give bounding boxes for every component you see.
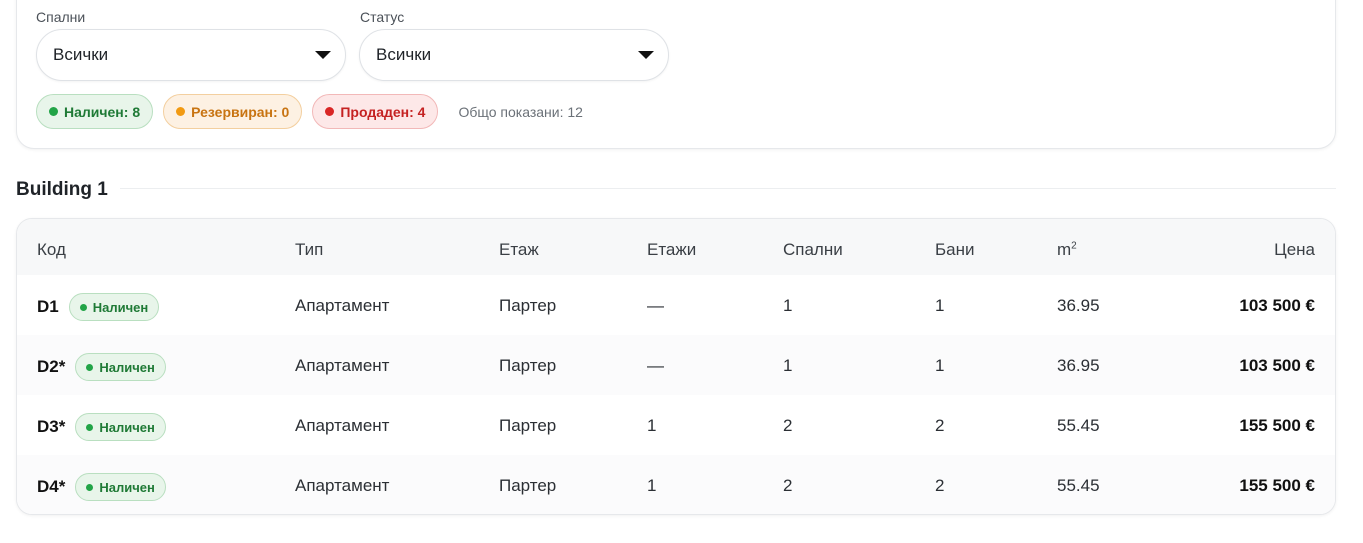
total-shown: Общо показани: 12: [458, 103, 583, 120]
cell-code: D1 Наличен: [37, 293, 160, 321]
status-summary-chips: Наличен: 8 Резервиран: 0 Продаден: 4 Общ…: [36, 94, 583, 129]
cell-price: 103 500 €: [1239, 356, 1315, 375]
header-floor[interactable]: Етаж: [499, 240, 539, 260]
unit-code: D4*: [37, 477, 66, 496]
status-select-value: Всички: [376, 45, 432, 64]
status-badge-label: Наличен: [99, 419, 155, 435]
cell-type: Апартамент: [295, 296, 390, 315]
chip-sold[interactable]: Продаден: 4: [312, 94, 439, 129]
chip-available[interactable]: Наличен: 8: [36, 94, 154, 129]
status-dot-icon: [176, 107, 186, 116]
section-divider: [120, 188, 1336, 189]
status-badge: Наличен: [68, 293, 160, 321]
cell-floors: 1: [647, 476, 657, 495]
status-badge-label: Наличен: [99, 479, 155, 495]
cell-price: 155 500 €: [1239, 416, 1315, 435]
status-badge-label: Наличен: [99, 359, 155, 375]
chevron-down-icon: [638, 51, 654, 59]
cell-floors: 1: [647, 416, 657, 435]
table-row[interactable]: D1 Наличен Апартамент Партер — 1 1 36.95…: [17, 275, 1335, 335]
cell-floor: Партер: [499, 416, 557, 435]
cell-bedrooms: 2: [783, 476, 793, 495]
cell-bedrooms: 1: [783, 296, 793, 315]
table-row[interactable]: D2* Наличен Апартамент Партер — 1 1 36.9…: [17, 335, 1335, 395]
status-dot-icon: [86, 483, 94, 491]
cell-price: 155 500 €: [1239, 476, 1315, 495]
status-dot-icon: [49, 107, 58, 116]
table-header: Код Тип Етаж Етажи Спални Бани m2 Цена: [17, 219, 1335, 275]
cell-floor: Партер: [499, 296, 557, 315]
unit-code: D2*: [37, 357, 66, 376]
header-bathrooms[interactable]: Бани: [935, 240, 975, 260]
header-price[interactable]: Цена: [1274, 240, 1315, 260]
chip-sold-label: Продаден: 4: [340, 103, 426, 120]
cell-area: 36.95: [1057, 356, 1100, 375]
units-table: Код Тип Етаж Етажи Спални Бани m2 Цена D…: [16, 218, 1336, 515]
header-area-unit: m: [1057, 240, 1072, 259]
cell-bathrooms: 1: [935, 356, 945, 375]
status-dot-icon: [79, 303, 87, 311]
cell-area: 55.45: [1057, 476, 1100, 495]
cell-floor: Партер: [499, 476, 557, 495]
header-type[interactable]: Тип: [295, 240, 323, 260]
chip-reserved[interactable]: Резервиран: 0: [163, 94, 303, 129]
status-badge: Наличен: [75, 413, 166, 441]
cell-bathrooms: 1: [935, 296, 945, 315]
status-dot-icon: [86, 423, 94, 431]
cell-code: D2* Наличен: [37, 353, 166, 381]
chip-reserved-label: Резервиран: 0: [191, 103, 290, 120]
cell-type: Апартамент: [295, 356, 390, 375]
cell-bedrooms: 2: [783, 416, 793, 435]
filter-card: Спални Всички Статус Всички Наличен: 8 Р…: [16, 0, 1336, 149]
status-badge-label: Наличен: [92, 299, 149, 315]
cell-code: D3* Наличен: [37, 413, 166, 441]
cell-bathrooms: 2: [935, 416, 945, 435]
bedrooms-filter-label: Спални: [36, 9, 86, 25]
cell-floors: —: [647, 296, 664, 315]
status-badge: Наличен: [75, 353, 166, 381]
cell-area: 36.95: [1057, 296, 1100, 315]
cell-type: Апартамент: [295, 416, 390, 435]
cell-area: 55.45: [1057, 416, 1100, 435]
chevron-down-icon: [315, 51, 331, 59]
chip-available-label: Наличен: 8: [64, 103, 141, 120]
section-title: Building 1: [16, 179, 108, 200]
status-select[interactable]: Всички: [359, 29, 669, 81]
cell-code: D4* Наличен: [37, 473, 166, 501]
status-filter-label: Статус: [360, 9, 405, 25]
cell-bathrooms: 2: [935, 476, 945, 495]
header-area-exponent: 2: [1071, 240, 1077, 252]
cell-floors: —: [647, 356, 664, 375]
header-floors[interactable]: Етажи: [647, 240, 696, 260]
cell-floor: Партер: [499, 356, 557, 375]
cell-type: Апартамент: [295, 476, 390, 495]
table-row[interactable]: D4* Наличен Апартамент Партер 1 2 2 55.4…: [17, 455, 1335, 514]
bedrooms-select[interactable]: Всички: [36, 29, 346, 81]
cell-bedrooms: 1: [783, 356, 793, 375]
table-row[interactable]: D3* Наличен Апартамент Партер 1 2 2 55.4…: [17, 395, 1335, 455]
status-dot-icon: [86, 363, 94, 371]
header-area[interactable]: m2: [1057, 240, 1077, 260]
header-code[interactable]: Код: [37, 240, 66, 260]
unit-code: D1: [37, 297, 59, 316]
unit-code: D3*: [37, 417, 66, 436]
header-bedrooms[interactable]: Спални: [783, 240, 843, 260]
status-badge: Наличен: [75, 473, 166, 501]
bedrooms-select-value: Всички: [53, 45, 109, 64]
status-dot-icon: [325, 107, 335, 116]
cell-price: 103 500 €: [1239, 296, 1315, 315]
